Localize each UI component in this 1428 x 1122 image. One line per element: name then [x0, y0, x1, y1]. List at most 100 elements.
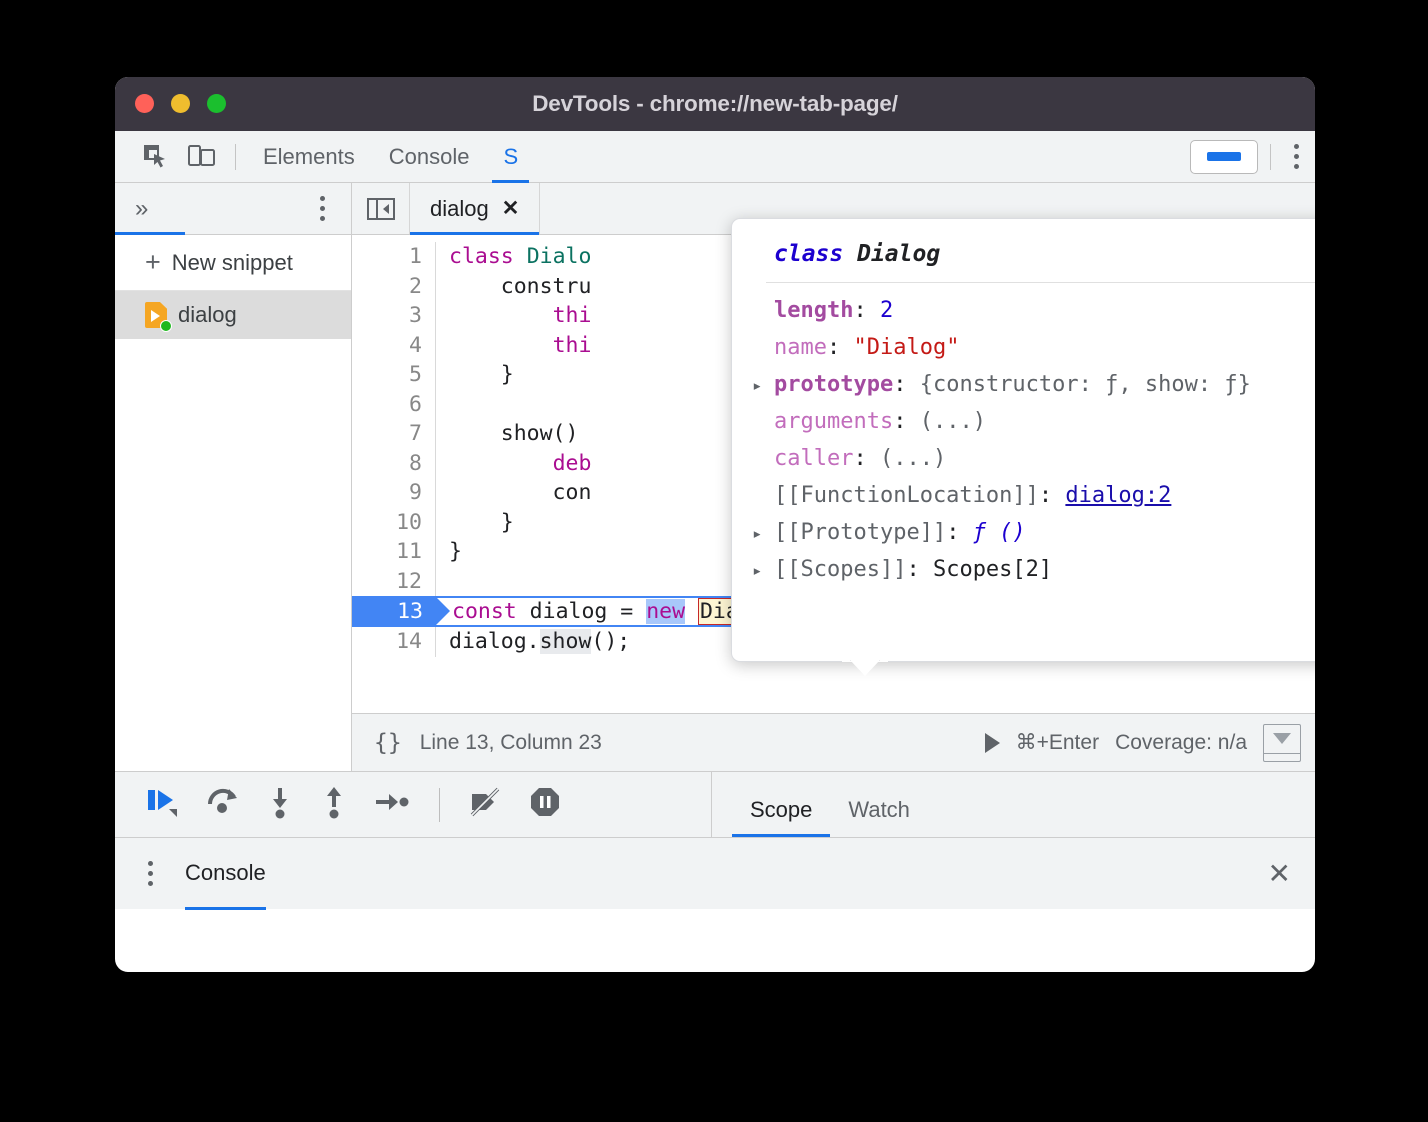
function-location-link[interactable]: dialog:2: [1065, 478, 1171, 513]
property-separator: :: [893, 367, 920, 402]
line-content: }: [436, 508, 514, 538]
line-content: thi: [436, 301, 591, 331]
token-space: [685, 599, 698, 624]
maximize-window-button[interactable]: [207, 94, 226, 113]
settings-button[interactable]: [1190, 140, 1258, 174]
line-number: 8: [352, 449, 436, 479]
close-icon[interactable]: ✕: [502, 196, 520, 221]
debug-row: Scope Watch: [115, 771, 1315, 837]
expand-triangle-icon[interactable]: ▸: [752, 554, 774, 589]
property-row[interactable]: ▸ caller: (...): [732, 441, 1315, 478]
sources-navigator-pane: » + New snippet dialog: [115, 183, 352, 771]
tab-watch[interactable]: Watch: [830, 797, 928, 837]
new-snippet-label: New snippet: [172, 250, 293, 276]
tab-console[interactable]: Console: [372, 131, 487, 183]
deactivate-breakpoints-icon[interactable]: [468, 785, 504, 824]
line-number: 13: [352, 597, 436, 627]
line-content: show(): [436, 419, 591, 449]
line-number: 10: [352, 508, 436, 538]
step-icon[interactable]: [373, 785, 411, 824]
property-separator: :: [853, 293, 880, 328]
new-snippet-button[interactable]: + New snippet: [115, 235, 351, 291]
step-over-icon[interactable]: [205, 785, 241, 824]
property-row: ▸ name: "Dialog": [732, 330, 1315, 367]
coverage-label: Coverage: n/a: [1115, 731, 1247, 755]
token-const: const: [452, 599, 517, 624]
line-number: 6: [352, 390, 436, 420]
close-icon[interactable]: ✕: [1268, 860, 1291, 888]
collapse-sidebar-icon[interactable]: [352, 183, 410, 234]
line-content: deb: [436, 449, 591, 479]
console-drawer-toggle-icon[interactable]: [1263, 724, 1301, 762]
device-toolbar-icon[interactable]: [179, 137, 225, 177]
minimize-window-button[interactable]: [171, 94, 190, 113]
line-number: 11: [352, 537, 436, 567]
window-titlebar: DevTools - chrome://new-tab-page/: [115, 77, 1315, 131]
editor-tab-dialog[interactable]: dialog ✕: [410, 183, 540, 234]
snippet-file-icon: [145, 302, 167, 328]
property-name: [[Prototype]]: [774, 515, 946, 550]
object-preview-popover: class Dialog ▸ length: 2 ▸ name: "Dialog…: [731, 218, 1315, 662]
property-row: ▸ length: 2: [732, 293, 1315, 330]
more-vertical-icon[interactable]: [309, 192, 335, 226]
property-value: (...): [880, 441, 946, 476]
chevron-double-right-icon[interactable]: »: [135, 197, 148, 221]
tab-scope[interactable]: Scope: [732, 797, 830, 837]
token-method: show: [540, 629, 592, 654]
tab-sources[interactable]: S: [486, 131, 535, 183]
devtools-window: DevTools - chrome://new-tab-page/ Elemen…: [115, 77, 1315, 972]
property-row[interactable]: ▸ prototype: {constructor: ƒ, show: ƒ}: [732, 367, 1315, 404]
property-value: Scopes[2]: [933, 552, 1052, 587]
toolbar-divider: [439, 788, 440, 822]
popover-title-keyword: class: [774, 241, 843, 267]
property-row[interactable]: ▸ [[Scopes]]: Scopes[2]: [732, 552, 1315, 589]
step-into-icon[interactable]: [265, 785, 295, 824]
step-out-icon[interactable]: [319, 785, 349, 824]
pause-on-exceptions-icon[interactable]: [528, 785, 562, 824]
property-name: length: [774, 293, 853, 328]
token-new: new: [646, 599, 685, 624]
line-content: }: [436, 360, 514, 390]
line-content: con: [436, 478, 591, 508]
token-call: ();: [591, 629, 630, 654]
popover-title-name: Dialog: [857, 241, 940, 267]
property-row[interactable]: ▸ arguments: (...): [732, 404, 1315, 441]
expand-triangle-icon[interactable]: ▸: [752, 517, 774, 552]
popover-divider: [766, 282, 1315, 283]
more-vertical-icon[interactable]: [137, 857, 163, 891]
editor-status-bar: {} Line 13, Column 23 ⌘+Enter Coverage: …: [352, 713, 1315, 771]
tab-elements[interactable]: Elements: [246, 131, 372, 183]
close-window-button[interactable]: [135, 94, 154, 113]
status-bar-right: ⌘+Enter Coverage: n/a: [985, 724, 1315, 762]
popover-title: class Dialog: [732, 237, 1315, 282]
screenshot-root: DevTools - chrome://new-tab-page/ Elemen…: [0, 0, 1428, 1122]
resume-icon[interactable]: [145, 785, 181, 824]
property-separator: :: [827, 330, 854, 365]
line-number: 3: [352, 301, 436, 331]
plus-icon: +: [145, 249, 161, 276]
property-row: ▸ [[FunctionLocation]]: dialog:2: [732, 478, 1315, 515]
line-number: 5: [352, 360, 436, 390]
property-value: {constructor: ƒ, show: ƒ}: [920, 367, 1251, 402]
run-shortcut-label: ⌘+Enter: [1016, 730, 1099, 755]
token-object: dialog.: [449, 629, 540, 654]
expand-triangle-icon[interactable]: ▸: [752, 369, 774, 404]
scope-watch-tabs: Scope Watch: [712, 772, 1315, 837]
inspect-element-icon[interactable]: [133, 137, 179, 177]
window-controls: [135, 94, 226, 113]
drawer-tab-console[interactable]: Console: [185, 838, 266, 910]
more-vertical-icon[interactable]: [1283, 140, 1309, 174]
property-value: ƒ (): [973, 515, 1026, 550]
property-row[interactable]: ▸ [[Prototype]]: ƒ (): [732, 515, 1315, 552]
property-name: prototype: [774, 367, 893, 402]
line-number: 9: [352, 478, 436, 508]
play-icon[interactable]: [985, 733, 1000, 753]
property-name: name: [774, 330, 827, 365]
window-title: DevTools - chrome://new-tab-page/: [115, 91, 1315, 117]
property-name: [[Scopes]]: [774, 552, 906, 587]
line-number: 12: [352, 567, 436, 597]
property-name: arguments: [774, 404, 893, 439]
toolbar-divider: [235, 144, 236, 170]
list-item[interactable]: dialog: [115, 291, 351, 339]
pretty-print-icon[interactable]: {}: [374, 730, 402, 756]
